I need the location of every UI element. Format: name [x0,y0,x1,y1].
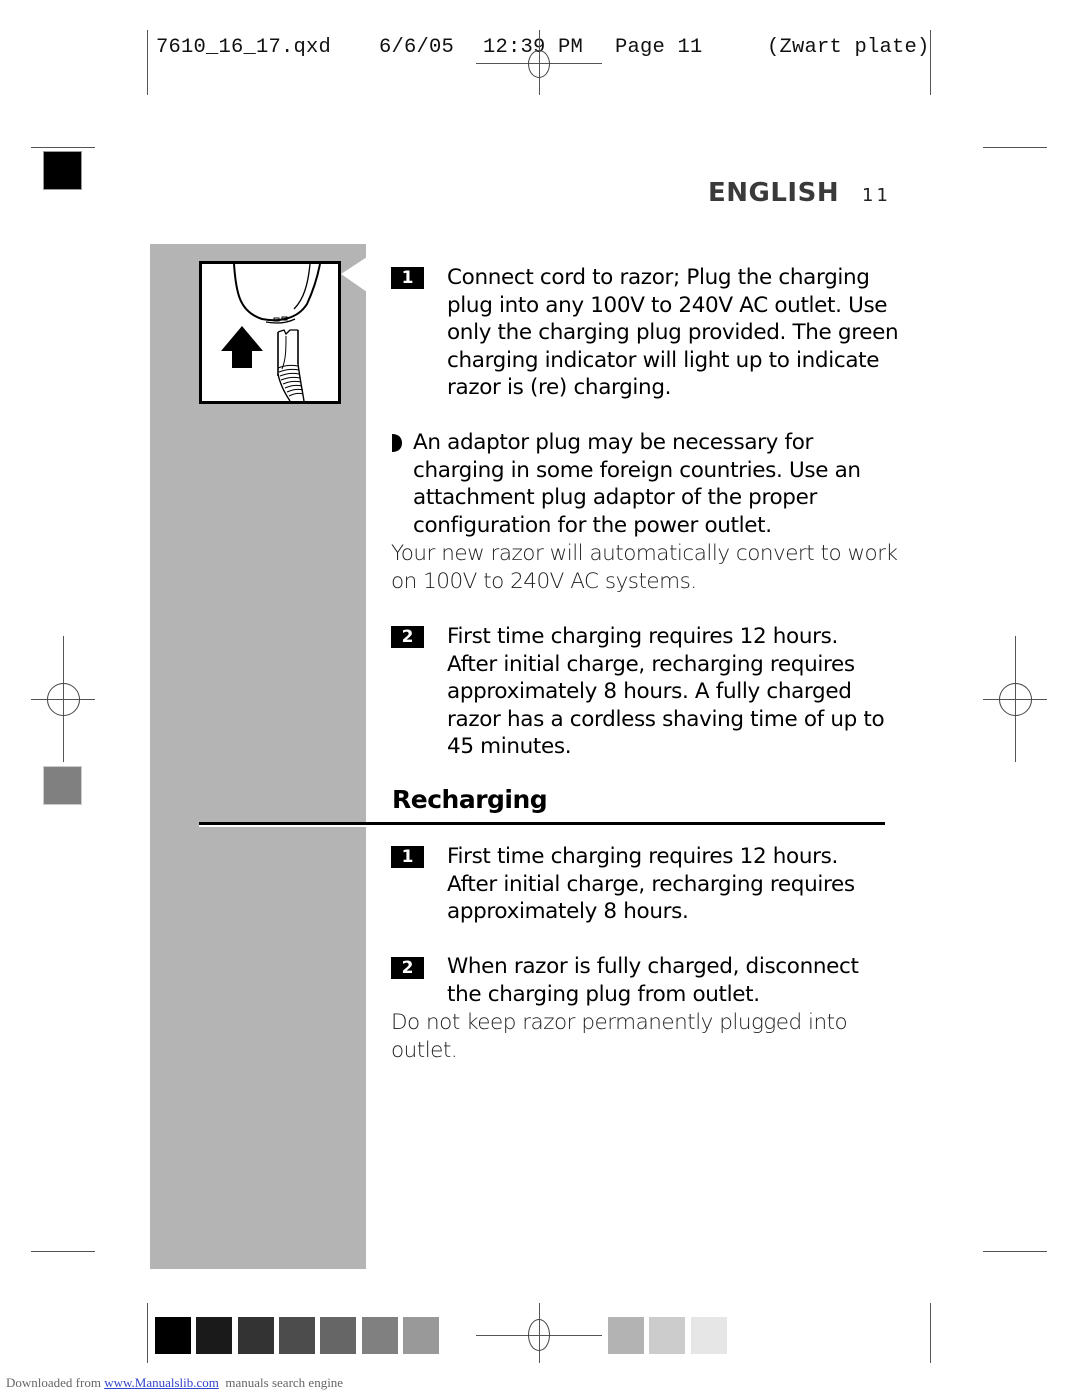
text-line: After initial charge, recharging require… [447,871,855,897]
crop-mark [31,1251,95,1252]
text-line: First time charging requires 12 hours. [447,844,838,869]
text-line: charging in some foreign countries. Use … [413,457,861,483]
crop-mark [983,147,1047,148]
color-swatch [649,1317,686,1354]
footer-prefix: Downloaded from [6,1375,105,1390]
recharge-step-1-text: First time charging requires 12 hours. A… [447,843,897,926]
step-number-badge: 1 [391,846,424,868]
download-footer: Downloaded from www.Manualslib.com manua… [6,1375,343,1391]
registration-mark-icon [999,683,1032,716]
registration-mark-icon [528,1319,550,1351]
arrow-up-icon [221,326,263,368]
crop-mark [930,1303,931,1363]
step-number-badge: 2 [391,626,424,648]
text-line: charging indicator will light up to indi… [447,347,880,373]
color-swatch [320,1317,357,1354]
section-title: Recharging [392,785,548,814]
registration-mark-icon [528,50,550,78]
color-swatch [196,1317,233,1354]
text-line: An adaptor plug may be necessary for [413,430,814,455]
language-heading: ENGLISH [708,178,840,208]
text-line: configuration for the power outlet. [413,512,772,538]
crop-mark [983,1251,1047,1252]
text-line: When razor is fully charged, disconnect [447,954,859,979]
voltage-note: Your new razor will automatically conver… [391,540,898,595]
crop-mark [147,30,148,95]
text-line: approximately 8 hours. A fully charged [447,679,852,705]
color-swatch [278,1317,315,1354]
crop-mark [930,30,931,95]
black-register-square [43,151,82,190]
half-circle-bullet-icon [392,434,402,452]
step-number-badge: 2 [391,957,424,979]
text-line: First time charging requires 12 hours. [447,624,838,649]
text-line: razor is (re) charging. [447,375,672,401]
color-swatch [155,1317,191,1354]
color-swatch [402,1317,439,1354]
text-line: the charging plug from outlet. [447,981,760,1007]
text-line: outlet. [391,1037,458,1063]
pointer-notch-icon [341,257,367,292]
text-line: only the charging plug provided. The gre… [447,320,899,346]
color-swatch [608,1317,644,1354]
footer-suffix: manuals search engine [218,1375,344,1390]
razor-plug-illustration [199,261,341,404]
step-number-badge: 1 [391,267,424,289]
text-line: Connect cord to razor; Plug the charging [447,265,870,290]
registration-mark-icon [47,683,80,716]
step-1-text: Connect cord to razor; Plug the charging… [447,264,899,402]
unplug-note: Do not keep razor permanently plugged in… [391,1009,891,1064]
slug-page: Page 11 [615,36,703,59]
slug-plate: (Zwart plate) [767,36,930,59]
page-number: 11 [862,185,891,206]
text-line: approximately 8 hours. [447,899,689,925]
razor-plug-drawing [221,263,321,402]
recharge-step-2-text: When razor is fully charged, disconnect … [447,953,897,1008]
gray-register-square [43,766,82,805]
color-swatch [690,1317,727,1354]
crop-mark [147,1303,148,1363]
slug-filename: 7610_16_17.qxd [156,36,332,59]
slug-line: 7610_16_17.qxd 6/6/05 12:39 PM Page 11 (… [156,36,929,174]
color-swatch [361,1317,398,1354]
text-line: Do not keep razor permanently plugged in… [391,1010,848,1035]
section-divider-gap [199,825,885,827]
text-line: Your new razor will automatically conver… [391,541,898,566]
adaptor-bullet-text: An adaptor plug may be necessary for cha… [413,429,893,539]
text-line: After initial charge, recharging require… [447,651,855,677]
text-line: razor has a cordless shaving time of up … [447,706,885,732]
color-swatch [237,1317,274,1354]
slug-date: 6/6/05 [379,36,455,59]
text-line: 45 minutes. [447,734,572,760]
step-2-text: First time charging requires 12 hours. A… [447,623,897,761]
crop-mark [31,147,95,148]
manualslib-link[interactable]: www.Manualslib.com [104,1375,219,1390]
text-line: plug into any 100V to 240V AC outlet. Us… [447,292,888,318]
text-line: on 100V to 240V AC systems. [391,568,697,594]
text-line: attachment plug adaptor of the proper [413,485,817,511]
